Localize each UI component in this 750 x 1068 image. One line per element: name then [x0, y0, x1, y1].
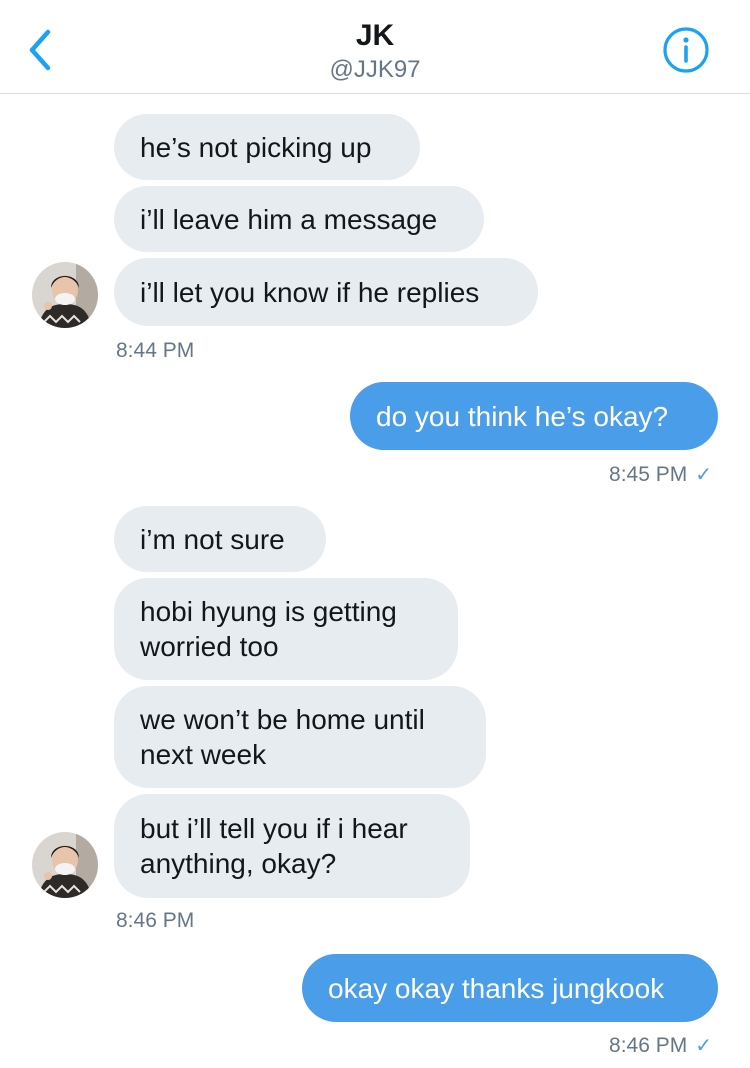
checkmark-icon: ✓: [695, 1035, 712, 1057]
dm-conversation: JK @JJK97 he’s not picking up i’ll leave…: [0, 0, 750, 1068]
info-circle-icon: [663, 27, 709, 73]
outgoing-message[interactable]: do you think he’s okay?: [350, 382, 718, 450]
message-text: i’ll let you know if he replies: [140, 276, 480, 308]
message-timestamp-row: 8:46 PM ✓: [560, 1033, 712, 1059]
message-text: i’ll leave him a message: [140, 203, 438, 235]
conversation-title-block: JK @JJK97: [0, 18, 750, 86]
message-text-line: anything, okay?: [140, 848, 337, 879]
message-text: he’s not picking up: [140, 131, 372, 163]
incoming-message[interactable]: he’s not picking up: [114, 114, 420, 180]
incoming-message[interactable]: i’m not sure: [114, 506, 326, 572]
message-timestamp: 8:46 PM: [116, 909, 195, 932]
message-text-line: but i’ll tell you if i hear: [140, 813, 408, 844]
message-text-line: worried too: [140, 631, 279, 662]
avatar[interactable]: [32, 262, 98, 328]
message-text-line: next week: [140, 739, 267, 770]
avatar[interactable]: [32, 832, 98, 898]
incoming-message[interactable]: i’ll let you know if he replies: [114, 258, 538, 326]
message-timestamp-row: 8:45 PM ✓: [560, 462, 712, 488]
incoming-message[interactable]: hobi hyung is getting worried too: [114, 578, 458, 680]
conversation-handle: @JJK97: [329, 56, 421, 83]
message-timestamp: 8:46 PM: [609, 1034, 688, 1057]
info-button[interactable]: [660, 24, 712, 76]
message-text-line: we won’t be home until: [140, 704, 425, 735]
outgoing-message[interactable]: okay okay thanks jungkook: [302, 954, 718, 1022]
incoming-message[interactable]: i’ll leave him a message: [114, 186, 484, 252]
avatar-photo: [32, 832, 98, 898]
message-timestamp: 8:44 PM: [116, 339, 195, 362]
incoming-message[interactable]: we won’t be home until next week: [114, 686, 486, 788]
message-text: do you think he’s okay?: [376, 400, 669, 432]
message-text: i’m not sure: [140, 523, 285, 555]
conversation-title: JK: [355, 19, 395, 52]
message-text: okay okay thanks jungkook: [328, 972, 665, 1004]
incoming-message[interactable]: but i’ll tell you if i hear anything, ok…: [114, 794, 470, 898]
message-timestamp: 8:45 PM: [609, 463, 688, 486]
message-text-line: hobi hyung is getting: [140, 596, 397, 627]
conversation-header: JK @JJK97: [0, 0, 750, 94]
checkmark-icon: ✓: [695, 464, 712, 486]
avatar-photo: [32, 262, 98, 328]
